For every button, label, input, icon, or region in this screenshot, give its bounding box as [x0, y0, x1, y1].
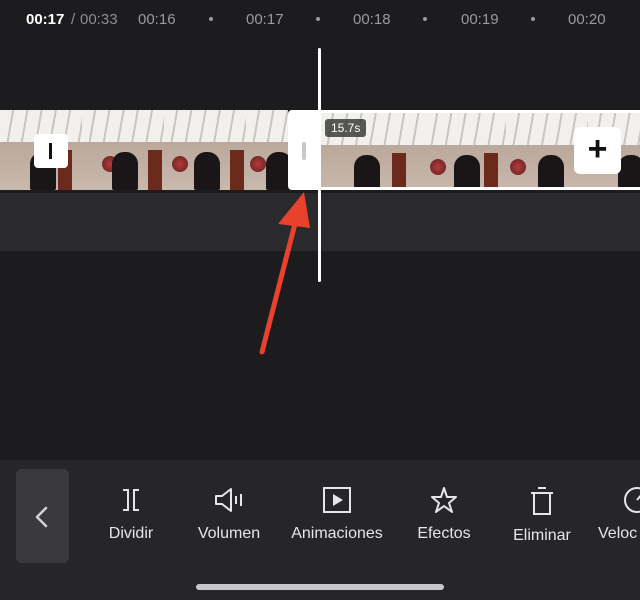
clip-trim-handle[interactable] [288, 110, 320, 190]
ruler-tick-label: 00:16 [138, 11, 176, 28]
ruler-dot [531, 17, 535, 21]
annotation-arrow-icon [259, 192, 310, 355]
clip-duration-badge: 15.7s [325, 119, 367, 137]
animation-icon [323, 487, 351, 513]
total-time: 00:33 [80, 11, 118, 28]
animations-label: Animaciones [291, 525, 383, 542]
delete-label: Eliminar [513, 527, 571, 544]
delete-button[interactable]: Eliminar [507, 486, 577, 556]
speed-label: Veloc [598, 525, 638, 542]
split-icon [123, 489, 139, 511]
volume-button[interactable]: Volumen [191, 486, 267, 556]
animations-button[interactable]: Animaciones [283, 486, 391, 556]
delete-icon [531, 487, 553, 515]
home-indicator[interactable] [196, 584, 444, 590]
add-clip-button[interactable]: + [574, 127, 621, 174]
ruler-dot [209, 17, 213, 21]
effects-button[interactable]: Efectos [411, 486, 477, 556]
transition-icon [49, 143, 52, 159]
back-button[interactable] [16, 469, 69, 563]
split-label: Dividir [108, 525, 154, 542]
split-button[interactable]: Dividir [103, 486, 159, 556]
effects-icon [431, 487, 457, 513]
ruler-dot [423, 17, 427, 21]
ruler-tick-label: 00:18 [353, 11, 391, 28]
speed-icon [624, 487, 640, 513]
clip-thumbnail [246, 110, 288, 190]
transition-button[interactable] [34, 134, 68, 168]
volume-icon [215, 488, 242, 512]
chevron-left-icon [35, 506, 48, 528]
ruler-tick-label: 00:19 [461, 11, 499, 28]
effects-label: Efectos [417, 525, 471, 542]
volume-label: Volumen [197, 525, 261, 542]
time-ruler: 00:17 / 00:33 00:16 00:17 00:18 00:19 00… [0, 0, 640, 40]
ruler-tick-label: 00:20 [568, 11, 606, 28]
speed-button[interactable]: Veloc [598, 486, 640, 556]
clip-thumbnail [424, 113, 506, 187]
ruler-tick-label: 00:17 [246, 11, 284, 28]
time-separator: / [71, 11, 76, 28]
current-time: 00:17 [26, 11, 65, 28]
ruler-dot [316, 17, 320, 21]
grip-icon [302, 142, 306, 160]
clip-thumbnail [164, 110, 246, 190]
clip-thumbnail [82, 110, 164, 190]
